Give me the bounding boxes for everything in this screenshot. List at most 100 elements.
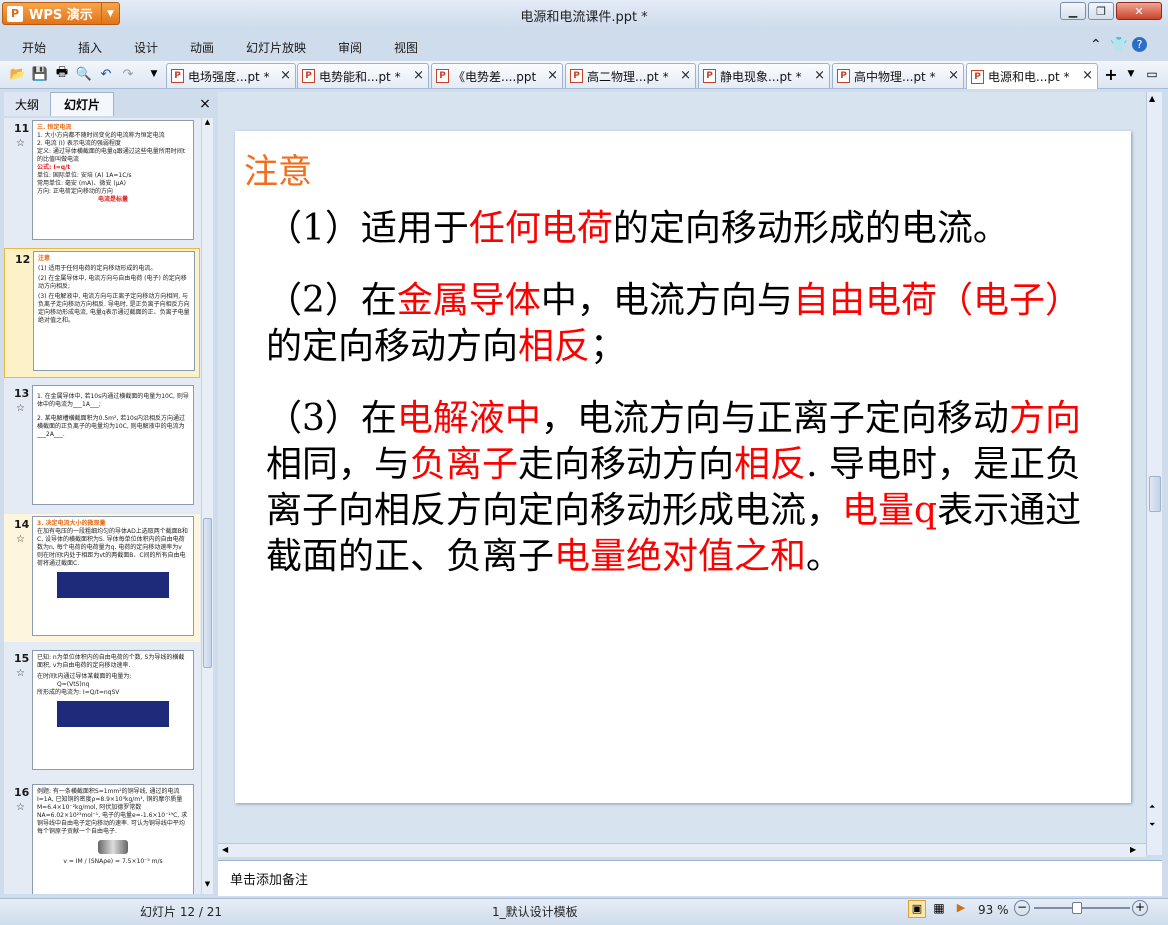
prev-slide-icon: ⏶ bbox=[1149, 802, 1156, 811]
thumbnail-list: 11 ☆ 三. 恒定电流 1. 大小方向都不随时间变化的电流称为恒定电流 2. … bbox=[4, 118, 213, 894]
minimize-button[interactable]: ▁ bbox=[1060, 2, 1086, 20]
slide-vertical-scrollbar[interactable]: ▲ ⏶ ⏷ bbox=[1146, 92, 1162, 855]
doc-tab-6[interactable]: P 高中物理...pt * × bbox=[832, 63, 964, 88]
doc-tab-3[interactable]: P 《电势差....ppt × bbox=[431, 63, 563, 88]
ppt-file-icon: P bbox=[837, 69, 850, 83]
save-icon[interactable]: 💾 bbox=[31, 65, 49, 83]
redo-icon[interactable]: ↷ bbox=[119, 65, 137, 83]
slide-paragraph-2[interactable]: （2）在金属导体中，电流方向与自由电荷（电子）的定向移动方向相反； bbox=[266, 278, 1096, 370]
help-icon[interactable]: ? bbox=[1132, 37, 1147, 52]
slide-thumbnail-11[interactable]: 11 ☆ 三. 恒定电流 1. 大小方向都不随时间变化的电流称为恒定电流 2. … bbox=[4, 118, 200, 248]
scroll-up-icon: ▲ bbox=[204, 118, 211, 126]
tab-slides[interactable]: 幻灯片 bbox=[50, 92, 114, 116]
animation-star-icon: ☆ bbox=[16, 403, 25, 414]
menu-slideshow[interactable]: 幻灯片放映 bbox=[246, 39, 306, 56]
print-icon[interactable]: 🖶 bbox=[53, 65, 71, 83]
animation-star-icon: ☆ bbox=[16, 138, 25, 149]
wps-app-menu-button[interactable]: P WPS 演示 ▼ bbox=[2, 2, 120, 25]
menu-insert[interactable]: 插入 bbox=[78, 39, 102, 56]
quick-access-toolbar: 📂 💾 🖶 🔍 ↶ ↷ ▼ P 电场强度...pt * × P 电势能和...pt *… bbox=[0, 61, 1168, 89]
zoom-level: 93 % bbox=[978, 903, 1009, 917]
slides-panel: 大纲 幻灯片 × 11 ☆ 三. 恒定电流 1. 大小方向都不随时间变化的电流称… bbox=[0, 92, 216, 896]
doc-tab-5[interactable]: P 静电现象...pt * × bbox=[698, 63, 830, 88]
close-tab-icon[interactable]: × bbox=[680, 68, 691, 83]
slide-thumbnail-15[interactable]: 15 ☆ 已知: n为单位体积内的自由电荷的个数, S为导线的横截面积, v为自… bbox=[4, 648, 200, 778]
close-tab-icon[interactable]: × bbox=[413, 68, 424, 83]
close-tab-icon[interactable]: × bbox=[547, 68, 558, 83]
scroll-down-icon: ▼ bbox=[204, 880, 211, 888]
menu-design[interactable]: 设计 bbox=[134, 39, 158, 56]
scroll-left-icon: ◀ bbox=[222, 845, 229, 854]
close-tab-icon[interactable]: × bbox=[280, 68, 291, 83]
slide-thumbnail-16[interactable]: 16 ☆ 例题: 有一条横截面积S=1mm²的铜导线, 通过的电流I=1A, 已… bbox=[4, 782, 200, 894]
doc-tab-7-active[interactable]: P 电源和电...pt * × bbox=[966, 63, 1098, 89]
slide-title[interactable]: 注意 bbox=[244, 144, 312, 193]
ppt-file-icon: P bbox=[302, 69, 315, 83]
doc-tab-4[interactable]: P 高二物理...pt * × bbox=[565, 63, 696, 88]
menu-view[interactable]: 视图 bbox=[394, 39, 418, 56]
scroll-thumb bbox=[203, 518, 212, 668]
open-folder-icon[interactable]: 📂 bbox=[9, 65, 27, 83]
maximize-button[interactable]: ❐ bbox=[1088, 2, 1114, 20]
slide-sorter-icon[interactable]: ▦ bbox=[930, 900, 948, 918]
close-icon: ✕ bbox=[1134, 4, 1144, 18]
slide-thumbnail-14[interactable]: 14 ☆ 3. 决定电流大小的微观量 在加有电压的一段粗细均匀的导体AD上选取两… bbox=[4, 514, 200, 642]
slideshow-play-icon[interactable]: ▶ bbox=[952, 900, 970, 918]
close-tab-icon[interactable]: × bbox=[948, 68, 959, 83]
next-slide-icon: ⏷ bbox=[1149, 820, 1156, 829]
animation-star-icon: ☆ bbox=[16, 802, 25, 813]
scroll-up-icon: ▲ bbox=[1149, 94, 1156, 103]
menu-bar: 开始 插入 设计 动画 幻灯片放映 审阅 视图 ⌃ 👕 ? bbox=[0, 33, 1168, 59]
minimize-icon: ▁ bbox=[1068, 4, 1078, 18]
close-panel-icon[interactable]: × bbox=[196, 92, 214, 116]
thumbnail-preview: 1. 在金属导体中, 若10s内通过横截面的电量为10C, 则导体中的电流为__… bbox=[32, 385, 194, 505]
tab-outline[interactable]: 大纲 bbox=[4, 92, 50, 116]
doc-tab-2[interactable]: P 电势能和...pt * × bbox=[297, 63, 429, 88]
tab-list-dropdown-icon[interactable]: ▼ bbox=[1122, 65, 1140, 83]
zoom-slider-handle[interactable] bbox=[1072, 902, 1082, 914]
scroll-thumb bbox=[1149, 476, 1161, 512]
zoom-slider-track[interactable] bbox=[1034, 907, 1130, 909]
ppt-file-icon: P bbox=[436, 69, 449, 83]
new-tab-plus-icon[interactable]: + bbox=[1102, 65, 1120, 84]
app-name: WPS 演示 bbox=[29, 8, 93, 23]
wps-logo-icon: P bbox=[7, 5, 23, 22]
slide-thumbnail-13[interactable]: 13 ☆ 1. 在金属导体中, 若10s内通过横截面的电量为10C, 则导体中的… bbox=[4, 383, 200, 513]
wire-image bbox=[98, 840, 128, 854]
normal-view-icon[interactable]: ▣ bbox=[908, 900, 926, 918]
thumbnail-preview: 三. 恒定电流 1. 大小方向都不随时间变化的电流称为恒定电流 2. 电流 (I… bbox=[32, 120, 194, 240]
menu-home[interactable]: 开始 bbox=[22, 39, 46, 56]
animation-star-icon: ☆ bbox=[16, 534, 25, 545]
notes-placeholder[interactable]: 单击添加备注 bbox=[230, 869, 308, 888]
ppt-file-icon: P bbox=[703, 69, 716, 83]
slide-paragraph-1[interactable]: （1）适用于任何电荷的定向移动形成的电流。 bbox=[266, 206, 1096, 252]
thumbnail-preview: 已知: n为单位体积内的自由电荷的个数, S为导线的横截面积, v为自由电荷的定… bbox=[32, 650, 194, 770]
zoom-in-icon[interactable]: + bbox=[1132, 900, 1148, 916]
skin-shirt-icon[interactable]: 👕 bbox=[1110, 37, 1127, 53]
close-tab-icon[interactable]: × bbox=[814, 68, 825, 83]
notes-pane[interactable] bbox=[218, 860, 1162, 896]
menu-review[interactable]: 审阅 bbox=[338, 39, 362, 56]
slide-thumbnail-12-selected[interactable]: 12 注意 (1) 适用于任何电荷的定向移动形成的电流。 (2) 在金属导体中,… bbox=[4, 248, 200, 378]
close-window-button[interactable]: ✕ bbox=[1116, 2, 1162, 20]
close-tab-icon[interactable]: × bbox=[1082, 68, 1093, 83]
menu-animation[interactable]: 动画 bbox=[190, 39, 214, 56]
tab-layout-icon[interactable]: ▭ bbox=[1143, 65, 1161, 83]
ppt-file-icon: P bbox=[171, 69, 184, 83]
undo-icon[interactable]: ↶ bbox=[97, 65, 115, 83]
animation-star-icon: ☆ bbox=[16, 668, 25, 679]
restore-icon: ❐ bbox=[1096, 4, 1106, 18]
slide-horizontal-scrollbar[interactable]: ◀ ▶ bbox=[218, 843, 1146, 857]
zoom-out-icon[interactable]: − bbox=[1014, 900, 1030, 916]
scroll-right-icon: ▶ bbox=[1130, 845, 1137, 854]
print-preview-icon[interactable]: 🔍 bbox=[75, 65, 93, 83]
thumbnail-preview: 注意 (1) 适用于任何电荷的定向移动形成的电流。 (2) 在金属导体中, 电流… bbox=[33, 251, 195, 371]
slide-paragraph-3[interactable]: （3）在电解液中，电流方向与正离子定向移动方向相同，与负离子走向移动方向相反. … bbox=[266, 396, 1096, 580]
customize-toolbar-icon[interactable]: ▼ bbox=[145, 65, 163, 83]
doc-tab-1[interactable]: P 电场强度...pt * × bbox=[166, 63, 296, 88]
template-name[interactable]: 1_默认设计模板 bbox=[492, 903, 578, 920]
thumbnail-scrollbar[interactable]: ▲ ▼ bbox=[201, 118, 213, 894]
dropdown-arrow-icon[interactable]: ▼ bbox=[101, 3, 119, 24]
collapse-ribbon-icon[interactable]: ⌃ bbox=[1090, 37, 1102, 53]
conductor-diagram-image bbox=[57, 701, 169, 727]
